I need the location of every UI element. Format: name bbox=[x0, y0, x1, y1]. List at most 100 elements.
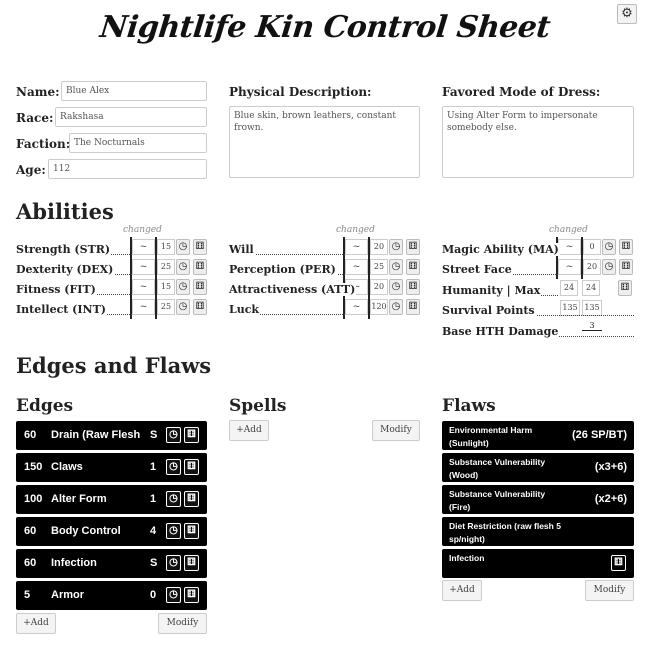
faction-input[interactable]: The Nocturnals bbox=[69, 133, 207, 153]
gear-icon[interactable]: ⚙ bbox=[617, 4, 637, 24]
edge-item[interactable]: 5 Armor 0 ◷ ⚅ bbox=[16, 581, 207, 610]
dice-icon[interactable]: ⚅ bbox=[184, 459, 199, 475]
dice-icon[interactable]: ⚅ bbox=[406, 279, 420, 295]
flaw-item[interactable]: Diet Restriction (raw flesh 5 sp/night) bbox=[442, 517, 634, 546]
ability-change-input[interactable]: ~ bbox=[345, 239, 368, 255]
ability-value[interactable]: 25 bbox=[370, 259, 388, 275]
age-input[interactable]: 112 bbox=[48, 159, 207, 179]
ability-value[interactable]: 20 bbox=[370, 279, 388, 295]
clock-icon[interactable]: ◷ bbox=[389, 299, 403, 315]
abilities-heading: Abilities bbox=[16, 199, 114, 224]
ability-name: Magic Ability (MA) bbox=[442, 243, 560, 256]
ability-change-input[interactable]: ~ bbox=[345, 299, 368, 315]
edge-item[interactable]: 150 Claws 1 ◷ ⚅ bbox=[16, 453, 207, 482]
dress-field[interactable]: Using Alter Form to impersonate somebody… bbox=[442, 106, 634, 178]
ability-value[interactable]: 15 bbox=[157, 279, 175, 295]
humanity-value[interactable]: 24 bbox=[560, 280, 578, 296]
clock-icon[interactable]: ◷ bbox=[176, 239, 190, 255]
flaw-name: Environmental Harm (Sunlight) bbox=[449, 425, 533, 448]
dice-icon[interactable]: ⚅ bbox=[406, 239, 420, 255]
ability-value[interactable]: 120 bbox=[370, 299, 388, 315]
ability-value[interactable]: 0 bbox=[583, 239, 601, 255]
name-input[interactable]: Blue Alex bbox=[61, 81, 207, 101]
faction-label: Faction: bbox=[16, 137, 71, 151]
race-input[interactable]: Rakshasa bbox=[55, 107, 207, 127]
edge-item[interactable]: 60 Drain (Raw Flesh S ◷ ⚅ bbox=[16, 421, 207, 450]
dice-icon[interactable]: ⚅ bbox=[184, 491, 199, 507]
flaws-heading: Flaws bbox=[442, 396, 496, 416]
ability-value[interactable]: 15 bbox=[157, 239, 175, 255]
ability-row: Attractiveness (ATT) ~20 ◷ ⚅ bbox=[229, 277, 421, 299]
ability-name: Strength (STR) bbox=[16, 243, 112, 256]
ability-row: Strength (STR) ~15 ◷ ⚅ bbox=[16, 237, 208, 259]
dice-icon[interactable]: ⚅ bbox=[406, 299, 420, 315]
ability-value[interactable]: 25 bbox=[157, 299, 175, 315]
clock-icon[interactable]: ◷ bbox=[166, 523, 181, 539]
dice-icon[interactable]: ⚅ bbox=[184, 427, 199, 443]
edge-item[interactable]: 60 Body Control 4 ◷ ⚅ bbox=[16, 517, 207, 546]
edge-item[interactable]: 60 Infection S ◷ ⚅ bbox=[16, 549, 207, 578]
modify-edges-button[interactable]: Modify bbox=[158, 613, 207, 634]
clock-icon[interactable]: ◷ bbox=[176, 299, 190, 315]
dice-icon[interactable]: ⚅ bbox=[184, 555, 199, 571]
flaw-item[interactable]: Environmental Harm (Sunlight) (26 SP/BT) bbox=[442, 421, 634, 450]
dice-icon[interactable]: ⚅ bbox=[193, 299, 207, 315]
modify-flaws-button[interactable]: Modify bbox=[585, 580, 634, 601]
dice-icon[interactable]: ⚅ bbox=[193, 239, 207, 255]
clock-icon[interactable]: ◷ bbox=[389, 239, 403, 255]
ability-value[interactable]: 25 bbox=[157, 259, 175, 275]
ability-row: Fitness (FIT) ~15 ◷ ⚅ bbox=[16, 277, 208, 299]
edge-name: Body Control bbox=[51, 525, 121, 537]
dice-icon[interactable]: ⚅ bbox=[611, 555, 626, 571]
clock-icon[interactable]: ◷ bbox=[166, 491, 181, 507]
dice-icon[interactable]: ⚅ bbox=[184, 523, 199, 539]
clock-icon[interactable]: ◷ bbox=[176, 259, 190, 275]
survival-max[interactable]: 135 bbox=[582, 300, 602, 316]
clock-icon[interactable]: ◷ bbox=[166, 459, 181, 475]
clock-icon[interactable]: ◷ bbox=[176, 279, 190, 295]
ability-change-input[interactable]: ~ bbox=[558, 259, 581, 275]
edge-cost: 100 bbox=[24, 493, 43, 505]
clock-icon[interactable]: ◷ bbox=[166, 555, 181, 571]
spells-heading: Spells bbox=[229, 396, 287, 416]
edge-level: 1 bbox=[150, 461, 157, 473]
add-edge-button[interactable]: +Add bbox=[16, 613, 56, 634]
ability-value[interactable]: 20 bbox=[370, 239, 388, 255]
clock-icon[interactable]: ◷ bbox=[389, 259, 403, 275]
edge-level: 1 bbox=[150, 493, 157, 505]
ability-value[interactable]: 20 bbox=[583, 259, 601, 275]
clock-icon[interactable]: ◷ bbox=[166, 587, 181, 603]
clock-icon[interactable]: ◷ bbox=[602, 239, 616, 255]
edge-name: Drain (Raw Flesh bbox=[51, 429, 141, 441]
changed-label: changed bbox=[336, 225, 375, 235]
ability-change-input[interactable]: ~ bbox=[345, 259, 368, 275]
ability-change-input[interactable]: ~ bbox=[132, 259, 155, 275]
ability-change-input[interactable]: ~ bbox=[132, 279, 155, 295]
flaw-item[interactable]: Substance Vulnerability (Wood) (x3+6) bbox=[442, 453, 634, 482]
clock-icon[interactable]: ◷ bbox=[166, 427, 181, 443]
dice-icon[interactable]: ⚅ bbox=[619, 259, 633, 275]
survival-value[interactable]: 135 bbox=[560, 300, 580, 316]
clock-icon[interactable]: ◷ bbox=[389, 279, 403, 295]
dice-icon[interactable]: ⚅ bbox=[193, 279, 207, 295]
edge-item[interactable]: 100 Alter Form 1 ◷ ⚅ bbox=[16, 485, 207, 514]
humanity-max[interactable]: 24 bbox=[582, 280, 600, 296]
dice-icon[interactable]: ⚅ bbox=[618, 280, 632, 296]
add-spell-button[interactable]: +Add bbox=[229, 420, 269, 441]
flaw-item[interactable]: Infection ⚅ bbox=[442, 549, 634, 578]
physical-description-field[interactable]: Blue skin, brown leathers, constant frow… bbox=[229, 106, 420, 178]
ability-row: Will ~20 ◷ ⚅ bbox=[229, 237, 421, 259]
page-title: Nightlife Kin Control Sheet bbox=[98, 10, 552, 45]
flaw-item[interactable]: Substance Vulnerability (Fire) (x2+6) bbox=[442, 485, 634, 514]
ability-row: Perception (PER) ~25 ◷ ⚅ bbox=[229, 257, 421, 279]
ability-change-input[interactable]: ~ bbox=[132, 239, 155, 255]
dice-icon[interactable]: ⚅ bbox=[619, 239, 633, 255]
dice-icon[interactable]: ⚅ bbox=[184, 587, 199, 603]
dice-icon[interactable]: ⚅ bbox=[406, 259, 420, 275]
clock-icon[interactable]: ◷ bbox=[602, 259, 616, 275]
ability-change-input[interactable]: ~ bbox=[558, 239, 581, 255]
ability-change-input[interactable]: ~ bbox=[132, 299, 155, 315]
dice-icon[interactable]: ⚅ bbox=[193, 259, 207, 275]
modify-spells-button[interactable]: Modify bbox=[372, 420, 420, 441]
add-flaw-button[interactable]: +Add bbox=[442, 580, 482, 601]
